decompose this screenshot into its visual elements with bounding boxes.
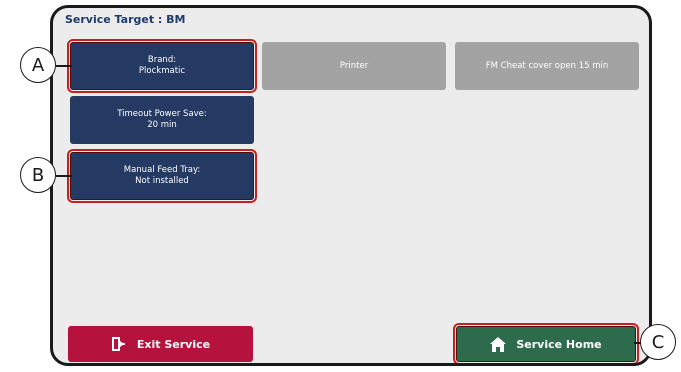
touchscreen-panel: Service Target : BM Brand: Plockmatic Pr… bbox=[50, 5, 652, 366]
callout-a-leader bbox=[56, 65, 72, 67]
callout-b: B bbox=[20, 157, 56, 193]
printer-tile[interactable]: Printer bbox=[262, 42, 446, 90]
exit-service-button[interactable]: Exit Service bbox=[68, 326, 253, 362]
callout-c: C bbox=[640, 324, 676, 360]
fm-cheat-cover-tile[interactable]: FM Cheat cover open 15 min bbox=[455, 42, 639, 90]
exit-door-icon bbox=[111, 336, 127, 352]
manual-feed-tray-tile[interactable]: Manual Feed Tray: Not installed bbox=[67, 149, 257, 203]
home-icon bbox=[490, 336, 507, 352]
service-home-button[interactable]: Service Home bbox=[453, 323, 639, 363]
brand-tile[interactable]: Brand: Plockmatic bbox=[67, 39, 257, 93]
timeout-power-save-tile[interactable]: Timeout Power Save: 20 min bbox=[70, 96, 254, 144]
callout-a: A bbox=[20, 47, 56, 83]
callout-b-leader bbox=[56, 175, 72, 177]
exit-service-label: Exit Service bbox=[136, 337, 211, 351]
page-title: Service Target : BM bbox=[65, 13, 186, 26]
service-home-label: Service Home bbox=[516, 337, 602, 351]
manual-figure: Service Target : BM Brand: Plockmatic Pr… bbox=[0, 0, 681, 372]
